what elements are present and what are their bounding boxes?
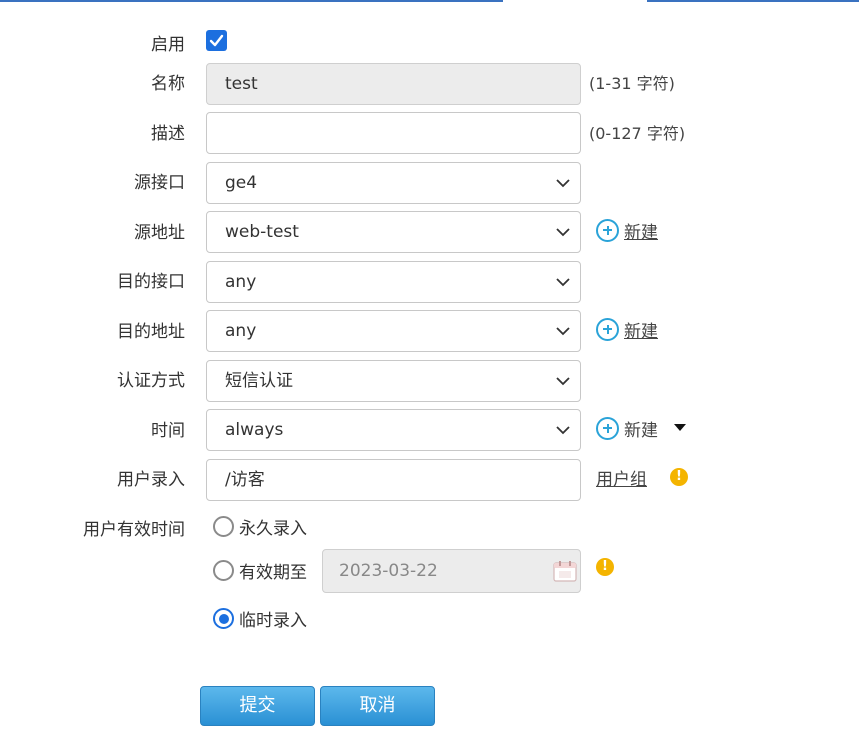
- dest-interface-select[interactable]: any: [206, 261, 581, 303]
- time-label: 时间: [151, 421, 185, 441]
- source-interface-select[interactable]: ge4: [206, 162, 581, 204]
- checkmark-icon: [209, 34, 224, 47]
- name-label: 名称: [151, 74, 185, 94]
- user-entry-label: 用户录入: [117, 470, 185, 490]
- chevron-down-icon: [556, 426, 570, 435]
- chevron-down-icon: [556, 377, 570, 386]
- description-input[interactable]: [206, 112, 581, 154]
- validity-label: 用户有效时间: [83, 520, 185, 540]
- submit-button[interactable]: 提交: [200, 686, 315, 726]
- time-value: always: [225, 420, 284, 440]
- expiry-date-input[interactable]: 2023-03-22: [322, 549, 581, 593]
- plus-circle-icon: [596, 416, 619, 440]
- source-address-new-link[interactable]: 新建: [596, 218, 658, 243]
- dest-address-value: any: [225, 321, 257, 341]
- warning-icon[interactable]: !: [596, 558, 614, 576]
- warning-icon[interactable]: !: [670, 468, 688, 486]
- source-address-label: 源地址: [134, 223, 185, 243]
- auth-method-value: 短信认证: [225, 371, 293, 391]
- source-address-value: web-test: [225, 222, 299, 242]
- chevron-down-icon: [556, 179, 570, 188]
- dest-address-new-link[interactable]: 新建: [596, 317, 658, 342]
- cancel-button[interactable]: 取消: [320, 686, 435, 726]
- calendar-icon: [553, 561, 577, 582]
- radio-temporary[interactable]: 临时录入: [213, 606, 307, 631]
- top-border-right: [647, 0, 859, 2]
- user-entry-input[interactable]: /访客: [206, 459, 581, 501]
- time-select[interactable]: always: [206, 409, 581, 451]
- name-input[interactable]: test: [206, 63, 581, 105]
- dest-address-select[interactable]: any: [206, 310, 581, 352]
- name-hint: (1-31 字符): [589, 74, 675, 93]
- dest-interface-value: any: [225, 272, 257, 292]
- radio-circle-icon: [213, 516, 234, 537]
- chevron-down-icon: [556, 228, 570, 237]
- time-new-label: 新建: [624, 420, 658, 441]
- plus-circle-icon: [596, 218, 619, 242]
- name-value: test: [225, 74, 258, 94]
- radio-permanent[interactable]: 永久录入: [213, 514, 307, 539]
- expiry-date-value: 2023-03-22: [339, 561, 438, 581]
- top-border-left: [0, 0, 503, 2]
- source-address-new-label: 新建: [624, 222, 658, 243]
- chevron-down-icon: [556, 327, 570, 336]
- enable-label: 启用: [151, 35, 185, 55]
- dest-address-new-label: 新建: [624, 321, 658, 342]
- dest-address-label: 目的地址: [117, 322, 185, 342]
- source-address-select[interactable]: web-test: [206, 211, 581, 253]
- description-label: 描述: [151, 124, 185, 144]
- radio-until-label: 有效期至: [239, 563, 307, 583]
- description-hint: (0-127 字符): [589, 124, 686, 143]
- user-entry-value: /访客: [225, 470, 265, 490]
- radio-temporary-label: 临时录入: [239, 611, 307, 631]
- time-new-link[interactable]: 新建: [596, 416, 658, 441]
- radio-until[interactable]: 有效期至: [213, 558, 307, 583]
- source-interface-value: ge4: [225, 173, 258, 193]
- source-interface-label: 源接口: [134, 173, 185, 193]
- caret-down-icon[interactable]: [674, 424, 686, 431]
- radio-selected-icon: [213, 608, 234, 629]
- plus-circle-icon: [596, 317, 619, 341]
- radio-circle-icon: [213, 560, 234, 581]
- auth-method-select[interactable]: 短信认证: [206, 360, 581, 402]
- dest-interface-label: 目的接口: [117, 272, 185, 292]
- enable-checkbox[interactable]: [206, 30, 227, 51]
- auth-method-label: 认证方式: [117, 371, 185, 391]
- radio-permanent-label: 永久录入: [239, 519, 307, 539]
- chevron-down-icon: [556, 278, 570, 287]
- user-group-link[interactable]: 用户组: [596, 465, 647, 490]
